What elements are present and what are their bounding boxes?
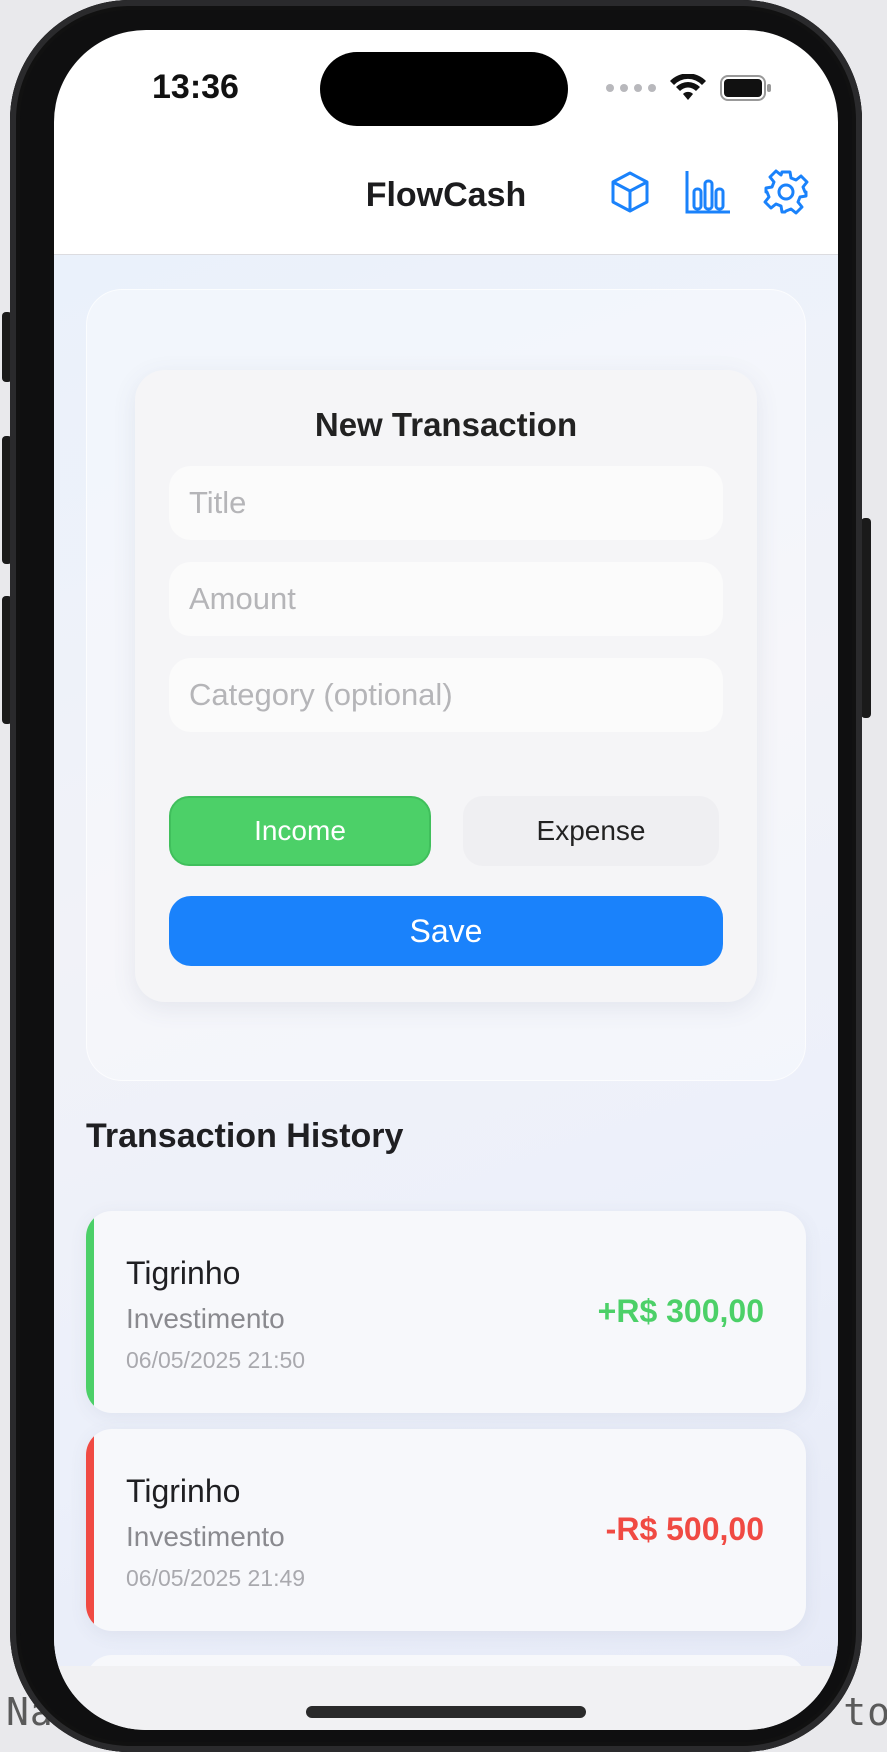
nav-actions — [606, 168, 810, 216]
history-title: Transaction History — [86, 1117, 404, 1155]
new-transaction-card: New Transaction Income Expense Save — [135, 370, 757, 1002]
income-indicator — [86, 1211, 94, 1413]
transaction-row[interactable]: Tigrinho Investimento 06/05/2025 21:49 -… — [86, 1429, 806, 1631]
expense-indicator — [86, 1429, 94, 1631]
gear-icon[interactable] — [762, 168, 810, 216]
form-title: New Transaction — [314, 406, 578, 443]
transaction-category: Investimento — [126, 1303, 285, 1334]
bar-chart-icon[interactable] — [684, 168, 732, 216]
status-time: 13:36 — [152, 68, 239, 106]
navigation-bar: FlowCash — [54, 142, 838, 255]
bottom-safe-area — [54, 1666, 838, 1730]
transaction-amount: -R$ 500,00 — [605, 1511, 764, 1547]
transaction-category: Investimento — [126, 1521, 285, 1552]
transaction-date: 06/05/2025 21:50 — [126, 1347, 306, 1373]
transaction-amount: +R$ 300,00 — [597, 1293, 764, 1329]
phone-screen: 13:36 FlowCash New Transaction Title Amo… — [54, 30, 838, 1730]
phone-frame: 13:36 FlowCash New Transaction Title Amo… — [10, 0, 862, 1752]
main-content: New Transaction Income Expense Save Tran… — [54, 255, 838, 1715]
battery-icon — [720, 75, 771, 101]
transaction-date: 06/05/2025 21:49 — [126, 1565, 306, 1591]
status-indicators — [606, 74, 772, 102]
background-text-right: to — [843, 1690, 887, 1734]
transaction-title: Tigrinho — [126, 1473, 241, 1509]
transaction-row[interactable]: Tigrinho Investimento 06/05/2025 21:50 +… — [86, 1211, 806, 1413]
power-button — [861, 518, 871, 718]
wifi-icon — [670, 74, 706, 100]
dynamic-island — [320, 52, 568, 126]
income-toggle[interactable]: Income — [169, 796, 431, 866]
transaction-title: Tigrinho — [126, 1255, 241, 1291]
cube-icon[interactable] — [606, 168, 654, 216]
form-container: New Transaction Income Expense Save — [86, 289, 806, 1081]
title-input[interactable] — [169, 466, 723, 540]
expense-toggle[interactable]: Expense — [463, 796, 719, 866]
amount-input[interactable] — [169, 562, 723, 636]
category-input[interactable] — [169, 658, 723, 732]
save-button[interactable]: Save — [169, 896, 723, 966]
home-indicator[interactable] — [306, 1706, 586, 1718]
cellular-signal-icon — [606, 84, 656, 92]
